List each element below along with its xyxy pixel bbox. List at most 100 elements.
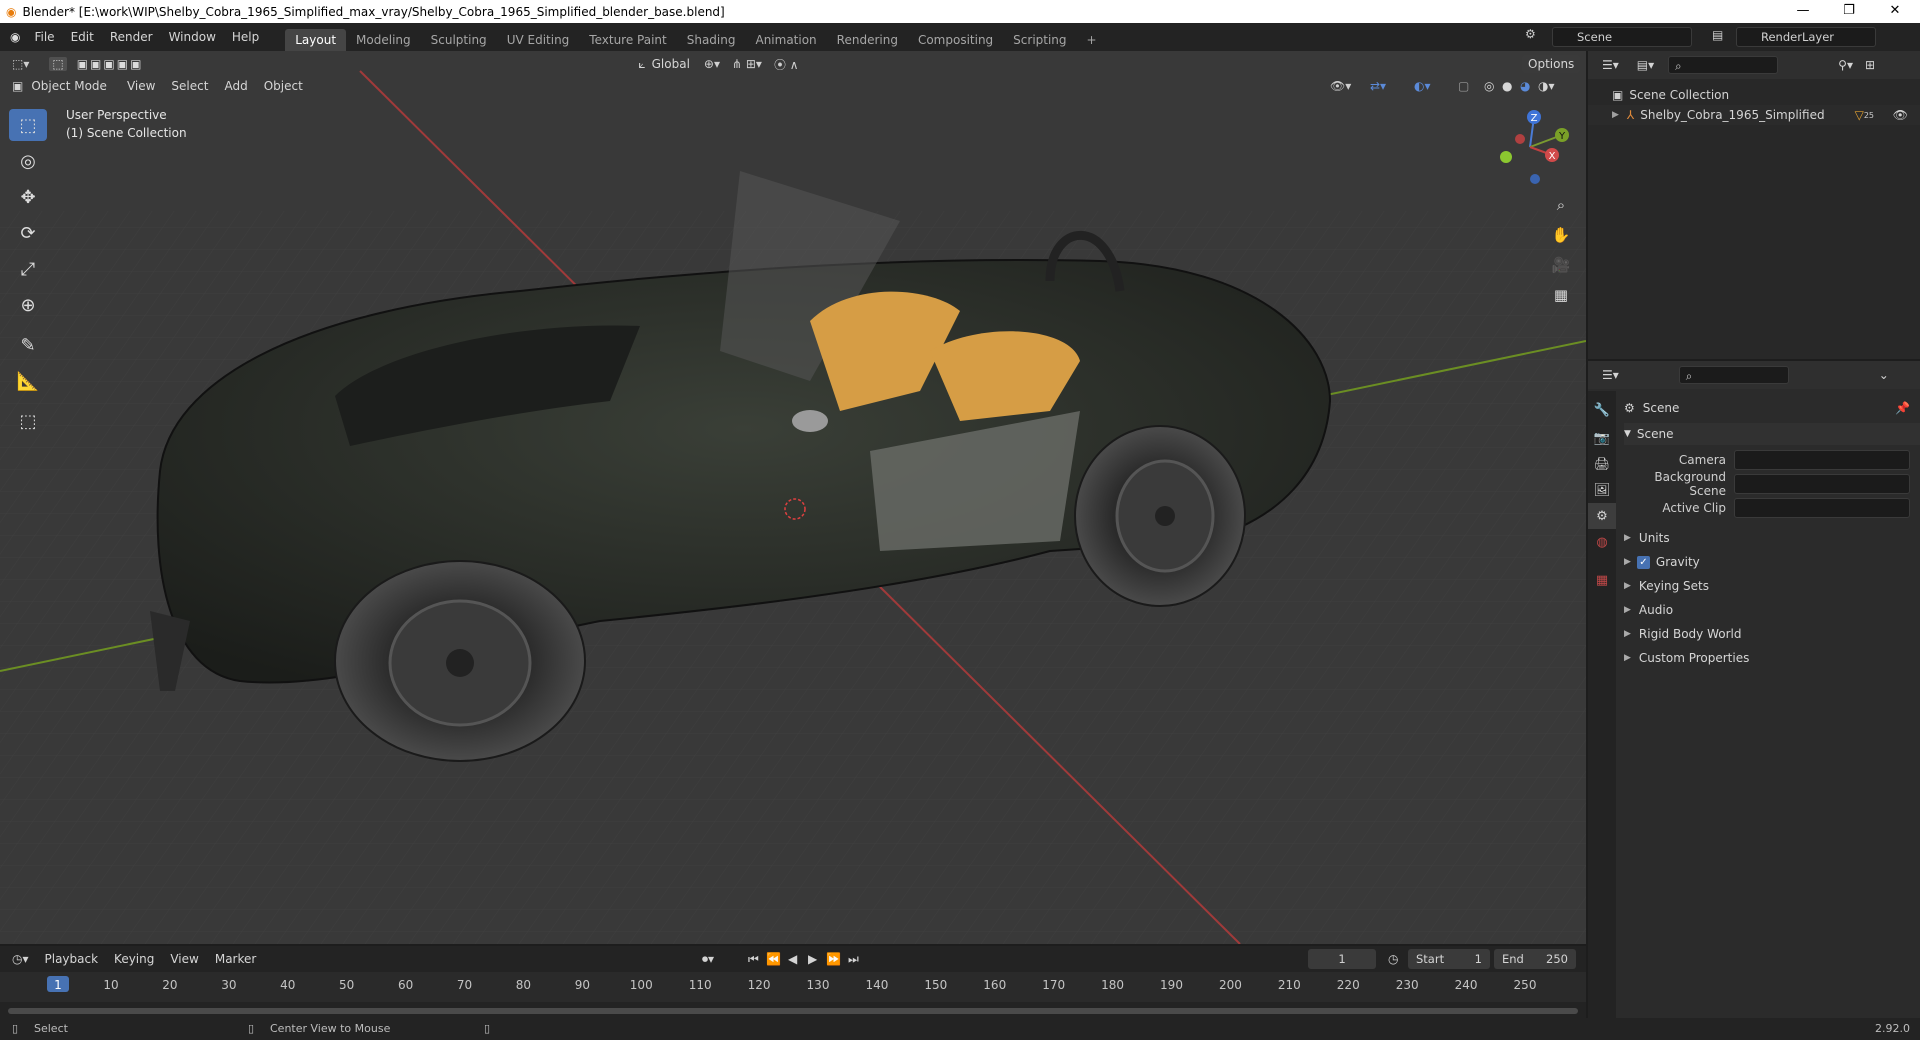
shading-material-icon[interactable]: ◕ bbox=[1520, 79, 1530, 93]
orientation-dropdown[interactable]: Global bbox=[652, 57, 690, 71]
xray-icon[interactable]: ▢ bbox=[1458, 79, 1469, 93]
timeline-menu-marker[interactable]: Marker bbox=[207, 952, 264, 966]
texture-tab-icon[interactable]: ▦ bbox=[1588, 567, 1616, 593]
display-mode-icon[interactable]: ▤▾ bbox=[1637, 58, 1654, 72]
3d-viewport[interactable]: ⬚▾ ⬚ ▣▣▣▣▣ ⟀ Global ⊕▾ ⋔ ⊞▾ ⦿ ∧ Options … bbox=[0, 51, 1586, 944]
shading-solid-icon[interactable]: ● bbox=[1502, 79, 1512, 93]
renderlayer-name-field[interactable]: RenderLayer bbox=[1736, 27, 1876, 47]
outliner-row-object[interactable]: ▶ ⅄ Shelby_Cobra_1965_Simplified ▽ 25 👁 bbox=[1588, 105, 1920, 125]
menu-help[interactable]: Help bbox=[224, 30, 267, 44]
shading-wireframe-icon[interactable]: ◎ bbox=[1484, 79, 1494, 93]
proportional-edit-icon[interactable]: ⦿ ∧ bbox=[774, 56, 799, 73]
rotate-tool-icon[interactable]: ⟳ bbox=[9, 217, 47, 249]
custom-properties-panel[interactable]: ▶ Custom Properties bbox=[1624, 647, 1920, 669]
tab-texture-paint[interactable]: Texture Paint bbox=[579, 29, 676, 51]
visibility-eye-icon[interactable]: 👁 bbox=[1893, 108, 1908, 122]
select-tool-icon[interactable]: ⬚ bbox=[9, 109, 47, 141]
camera-field[interactable] bbox=[1734, 450, 1910, 470]
move-tool-icon[interactable]: ✥ bbox=[9, 181, 47, 213]
cursor-tool-icon[interactable]: ◎ bbox=[9, 145, 47, 177]
timeline-menu-keying[interactable]: Keying bbox=[106, 952, 162, 966]
prev-keyframe-icon[interactable]: ⏪ bbox=[766, 952, 781, 966]
scene-selector-icon[interactable]: ⚙ bbox=[1525, 27, 1536, 41]
tab-animation[interactable]: Animation bbox=[745, 29, 826, 51]
tab-uv-editing[interactable]: UV Editing bbox=[497, 29, 580, 51]
jump-start-icon[interactable]: ⏮ bbox=[748, 952, 759, 967]
timeline-ruler[interactable]: 1 10 20 30 40 50 60 70 80 90 100 110 120 130 140 150 160… bbox=[0, 972, 1586, 1002]
timeline-menu-playback[interactable]: Playback bbox=[37, 952, 107, 966]
record-icon[interactable]: ⏺▾ bbox=[702, 952, 714, 967]
blender-menu-icon[interactable]: ◉ bbox=[10, 30, 20, 44]
active-clip-field[interactable] bbox=[1734, 498, 1910, 518]
viewport-menu-add[interactable]: Add bbox=[216, 79, 255, 93]
camera-view-icon[interactable]: 🎥 bbox=[1547, 251, 1575, 279]
tab-modeling[interactable]: Modeling bbox=[346, 29, 421, 51]
zoom-icon[interactable]: ⌕ bbox=[1547, 191, 1575, 219]
viewport-menu-view[interactable]: View bbox=[119, 79, 163, 93]
properties-search-input[interactable]: ⌕ bbox=[1678, 366, 1789, 384]
new-collection-icon[interactable]: ⊞ bbox=[1865, 58, 1875, 72]
expand-arrow-icon[interactable]: ▶ bbox=[1612, 110, 1619, 120]
menu-edit[interactable]: Edit bbox=[63, 30, 102, 44]
menu-render[interactable]: Render bbox=[102, 30, 161, 44]
transform-tool-icon[interactable]: ⊕ bbox=[9, 289, 47, 321]
tab-shading[interactable]: Shading bbox=[677, 29, 746, 51]
timeline-menu-view[interactable]: View bbox=[162, 952, 206, 966]
navigation-gizmo[interactable]: Z Y X bbox=[1490, 107, 1570, 187]
snap-icon[interactable]: ⋔ ⊞▾ bbox=[732, 57, 762, 71]
pin-icon[interactable]: 📌 bbox=[1895, 401, 1910, 415]
object-mode-dropdown[interactable]: Object Mode bbox=[31, 79, 107, 93]
tab-sculpting[interactable]: Sculpting bbox=[421, 29, 497, 51]
viewport-menu-object[interactable]: Object bbox=[256, 79, 311, 93]
timeline-scrollbar[interactable] bbox=[8, 1008, 1578, 1014]
gizmo-toggle-icon[interactable]: ⇄▾ bbox=[1370, 79, 1386, 93]
properties-editor-icon[interactable]: ☰▾ bbox=[1602, 368, 1619, 382]
audio-panel[interactable]: ▶ Audio bbox=[1624, 599, 1920, 621]
selection-mode-icons[interactable]: ▣▣▣▣▣ bbox=[77, 57, 144, 71]
background-scene-field[interactable] bbox=[1734, 474, 1910, 494]
play-reverse-icon[interactable]: ◀ bbox=[788, 952, 797, 966]
editor-type-icon[interactable]: ⬚▾ bbox=[12, 57, 29, 71]
play-icon[interactable]: ▶ bbox=[808, 952, 817, 966]
next-keyframe-icon[interactable]: ⏩ bbox=[826, 952, 841, 966]
use-preview-range-icon[interactable]: ◷ bbox=[1388, 952, 1398, 966]
ortho-grid-icon[interactable]: ▦ bbox=[1547, 281, 1575, 309]
tool-tab-icon[interactable]: 🔧 bbox=[1588, 397, 1616, 423]
renderlayer-icon[interactable]: ▤ bbox=[1712, 28, 1723, 42]
menu-window[interactable]: Window bbox=[161, 30, 224, 44]
tab-rendering[interactable]: Rendering bbox=[827, 29, 908, 51]
properties-collapse-icon[interactable]: ⌄ bbox=[1879, 368, 1889, 382]
start-frame-field[interactable]: Start 1 bbox=[1408, 949, 1490, 969]
end-frame-field[interactable]: End 250 bbox=[1494, 949, 1576, 969]
tab-layout[interactable]: Layout bbox=[285, 29, 347, 51]
render-tab-icon[interactable]: 📷 bbox=[1588, 425, 1616, 451]
output-tab-icon[interactable]: 🖨 bbox=[1588, 451, 1616, 477]
viewport-menu-select[interactable]: Select bbox=[163, 79, 216, 93]
add-cube-tool-icon[interactable]: ⬚ bbox=[9, 405, 47, 437]
gravity-panel[interactable]: ▶ ✓ Gravity bbox=[1624, 551, 1920, 573]
menu-file[interactable]: File bbox=[26, 30, 62, 44]
view-layer-tab-icon[interactable]: 🖼 bbox=[1588, 477, 1616, 503]
scene-name-field[interactable]: Scene bbox=[1552, 27, 1692, 47]
timeline-editor-icon[interactable]: ◷▾ bbox=[12, 952, 29, 966]
outliner-editor-icon[interactable]: ☰▾ bbox=[1602, 58, 1619, 72]
scene-tab-icon[interactable]: ⚙ bbox=[1588, 503, 1616, 529]
tab-scripting[interactable]: Scripting bbox=[1003, 29, 1076, 51]
jump-end-icon[interactable]: ⏭ bbox=[848, 952, 859, 967]
world-tab-icon[interactable]: ◍ bbox=[1588, 529, 1616, 555]
keying-sets-panel[interactable]: ▶ Keying Sets bbox=[1624, 575, 1920, 597]
outliner-search-input[interactable]: ⌕ bbox=[1668, 56, 1779, 74]
tab-compositing[interactable]: Compositing bbox=[908, 29, 1003, 51]
pan-hand-icon[interactable]: ✋ bbox=[1547, 221, 1575, 249]
units-panel[interactable]: ▶ Units bbox=[1624, 527, 1920, 549]
add-workspace-button[interactable]: + bbox=[1077, 29, 1107, 51]
scene-panel-header[interactable]: ▼ Scene bbox=[1624, 423, 1920, 445]
pivot-icon[interactable]: ⊕▾ bbox=[704, 57, 720, 71]
restore-button[interactable]: ❐ bbox=[1826, 0, 1872, 23]
minimize-button[interactable]: — bbox=[1780, 0, 1826, 23]
scale-tool-icon[interactable]: ⤢ bbox=[9, 253, 47, 285]
rigid-body-world-panel[interactable]: ▶ Rigid Body World bbox=[1624, 623, 1920, 645]
annotate-tool-icon[interactable]: ✎ bbox=[9, 329, 47, 361]
measure-tool-icon[interactable]: 📐 bbox=[9, 365, 47, 397]
visibility-icon[interactable]: 👁▾ bbox=[1330, 79, 1351, 93]
